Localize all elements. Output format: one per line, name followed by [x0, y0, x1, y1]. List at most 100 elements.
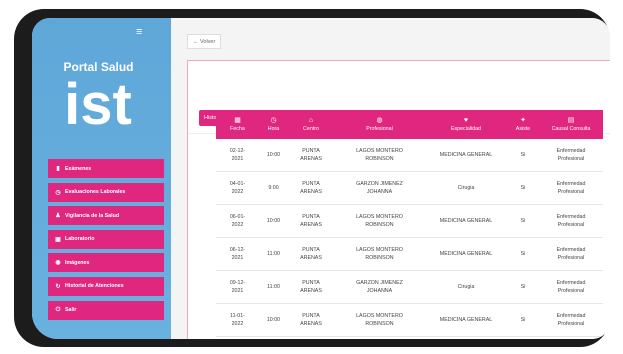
- cell-causal: Enfermedad Profesional: [539, 303, 603, 337]
- cell-causal: Enfermedad Profesional: [539, 270, 603, 304]
- cell-centro: PUNTA ARENAS: [288, 237, 334, 271]
- cell-fecha: 09-12- 2021: [216, 270, 259, 304]
- column-header-profesional: ◍ Profesional: [334, 110, 425, 139]
- main-content: ← Volver Historial ▦ Fecha ◷ Hora ⌂ Centro ◍ Pr…: [171, 18, 610, 339]
- table-row[interactable]: 09-12- 2021 11:00 PUNTA ARENAS GARZON JIMEN…: [216, 270, 603, 304]
- cell-especialidad: Cirugia: [425, 171, 507, 205]
- column-header-fecha: ▦ Fecha: [216, 110, 259, 139]
- column-header-especialidad: ♥ Especialidad: [425, 110, 507, 139]
- column-label: Asiste: [515, 126, 531, 132]
- cell-centro: PUNTA ARENAS: [288, 171, 334, 205]
- user-icon: ♟: [55, 213, 61, 220]
- screen: ≡ Portal Salud ist ▮ Exámenes ◷ Evaluacione…: [32, 18, 610, 339]
- cell-hora: 10:00: [259, 139, 288, 172]
- sidebar-item-vigilancia-de-la-salud[interactable]: ♟ Vigilancia de la Salud: [48, 206, 164, 226]
- sidebar-menu: ▮ Exámenes ◷ Evaluaciones Laborales ♟ Vigilan…: [48, 159, 164, 324]
- cell-fecha: 02-12- 2021: [216, 139, 259, 172]
- sidebar-item-label: Imágenes: [65, 259, 90, 266]
- history-table: ▦ Fecha ◷ Hora ⌂ Centro ◍ Profesional ♥ Especiali…: [216, 110, 603, 337]
- user-icon: ◍: [376, 117, 383, 124]
- cell-profesional: LAGOS MONTERO ROBINSON: [334, 204, 425, 238]
- table-row[interactable]: 06-12- 2021 11:00 PUNTA ARENAS LAGOS MONTER…: [216, 237, 603, 271]
- sidebar-item-evaluaciones-laborales[interactable]: ◷ Evaluaciones Laborales: [48, 182, 164, 202]
- logo-text: ist: [64, 74, 132, 132]
- eye-icon: ◉: [55, 260, 61, 267]
- cell-profesional: LAGOS MONTERO ROBINSON: [334, 303, 425, 337]
- cell-centro: PUNTA ARENAS: [288, 204, 334, 238]
- cell-asiste: Si: [507, 204, 539, 238]
- portal-title: Portal Salud: [63, 60, 134, 74]
- table-header-row: ▦ Fecha ◷ Hora ⌂ Centro ◍ Profesional ♥ Especiali…: [216, 110, 603, 139]
- column-header-asiste: ✦ Asiste: [507, 110, 539, 139]
- check-icon: ✦: [520, 117, 526, 124]
- document-icon: ▮: [56, 166, 60, 172]
- sidebar-item-imágenes[interactable]: ◉ Imágenes: [48, 253, 164, 273]
- cell-especialidad: MEDICINA GENERAL: [425, 139, 507, 172]
- cell-centro: PUNTA ARENAS: [288, 270, 334, 304]
- cell-profesional: GARZON JIMENEZ JOHANNA: [334, 171, 425, 205]
- sidebar-item-label: Laboratorio: [65, 236, 95, 243]
- cell-fecha: 06-01- 2022: [216, 204, 259, 238]
- cell-centro: PUNTA ARENAS: [288, 139, 334, 172]
- column-label: Causal Consulta: [551, 126, 591, 132]
- cell-profesional: GARZON JIMENEZ JOHANNA: [334, 270, 425, 304]
- column-label: Profesional: [366, 126, 393, 132]
- column-header-hora: ◷ Hora: [259, 110, 288, 139]
- table-row[interactable]: 04-01- 2022 9:00 PUNTA ARENAS GARZON JIMENE…: [216, 171, 603, 205]
- cell-centro: PUNTA ARENAS: [288, 303, 334, 337]
- table-row[interactable]: 02-12- 2021 10:00 PUNTA ARENAS LAGOS MONTER…: [216, 139, 603, 172]
- sidebar-item-exámenes[interactable]: ▮ Exámenes: [48, 159, 164, 178]
- cell-profesional: LAGOS MONTERO ROBINSON: [334, 139, 425, 172]
- back-button[interactable]: ← Volver: [187, 34, 222, 49]
- cell-causal: Enfermedad Profesional: [539, 171, 603, 205]
- clipboard-icon: ▤: [567, 117, 575, 124]
- sidebar-item-label: Vigilancia de la Salud: [65, 212, 120, 219]
- sidebar-item-label: Evaluaciones Laborales: [65, 189, 126, 196]
- cell-hora: 10:00: [259, 204, 288, 238]
- table-row[interactable]: 11-01- 2022 10:00 PUNTA ARENAS LAGOS MONTER…: [216, 303, 603, 337]
- cell-especialidad: MEDICINA GENERAL: [425, 303, 507, 337]
- sidebar-item-historial-de-atenciones[interactable]: ↻ Historial de Atenciones: [48, 276, 164, 296]
- cell-fecha: 04-01- 2022: [216, 171, 259, 205]
- sidebar-item-laboratorio[interactable]: ▣ Laboratorio: [48, 229, 164, 249]
- cell-especialidad: Cirugia: [425, 270, 507, 304]
- sidebar-item-label: Exámenes: [65, 165, 92, 172]
- sidebar-item-label: Salir: [65, 307, 77, 314]
- cell-hora: 11:00: [259, 237, 288, 271]
- cell-asiste: Si: [507, 270, 539, 304]
- cell-especialidad: MEDICINA GENERAL: [425, 204, 507, 238]
- heart-icon: ♥: [463, 117, 469, 124]
- sidebar-item-salir[interactable]: ⏻ Salir: [48, 300, 164, 320]
- cell-especialidad: MEDICINA GENERAL: [425, 237, 507, 271]
- power-icon: ⏻: [55, 306, 61, 313]
- building-icon: ⌂: [308, 117, 314, 124]
- column-label: Hora: [267, 126, 280, 132]
- cell-asiste: Si: [507, 237, 539, 271]
- cell-causal: Enfermedad Profesional: [539, 204, 603, 238]
- cell-asiste: Si: [507, 303, 539, 337]
- cell-asiste: Si: [507, 171, 539, 205]
- sidebar-item-label: Historial de Atenciones: [65, 283, 124, 290]
- calendar-icon: ▦: [234, 117, 241, 124]
- cell-profesional: LAGOS MONTERO ROBINSON: [334, 237, 425, 271]
- clock-icon: ◷: [270, 117, 277, 124]
- column-label: Centro: [303, 126, 319, 132]
- cell-hora: 11:00: [259, 270, 288, 304]
- column-header-centro: ⌂ Centro: [288, 110, 334, 139]
- clock-icon: ◷: [55, 189, 61, 196]
- cell-causal: Enfermedad Profesional: [539, 237, 603, 271]
- table-row[interactable]: 06-01- 2022 10:00 PUNTA ARENAS LAGOS MONTER…: [216, 204, 603, 238]
- device-frame: ≡ Portal Salud ist ▮ Exámenes ◷ Evaluacione…: [14, 9, 610, 347]
- cell-asiste: Si: [507, 139, 539, 172]
- column-header-causal-consulta: ▤ Causal Consulta: [539, 110, 603, 139]
- sidebar: ≡ Portal Salud ist ▮ Exámenes ◷ Evaluacione…: [32, 18, 171, 339]
- hamburger-menu-icon[interactable]: ≡: [136, 27, 142, 38]
- ist-logo: ist: [64, 74, 132, 132]
- cell-causal: Enfermedad Profesional: [539, 139, 603, 172]
- cell-hora: 10:00: [259, 303, 288, 337]
- cell-fecha: 06-12- 2021: [216, 237, 259, 271]
- calendar-icon: ▣: [55, 236, 61, 243]
- cell-fecha: 11-01- 2022: [216, 303, 259, 337]
- cell-hora: 9:00: [259, 171, 288, 205]
- column-label: Fecha: [230, 126, 245, 132]
